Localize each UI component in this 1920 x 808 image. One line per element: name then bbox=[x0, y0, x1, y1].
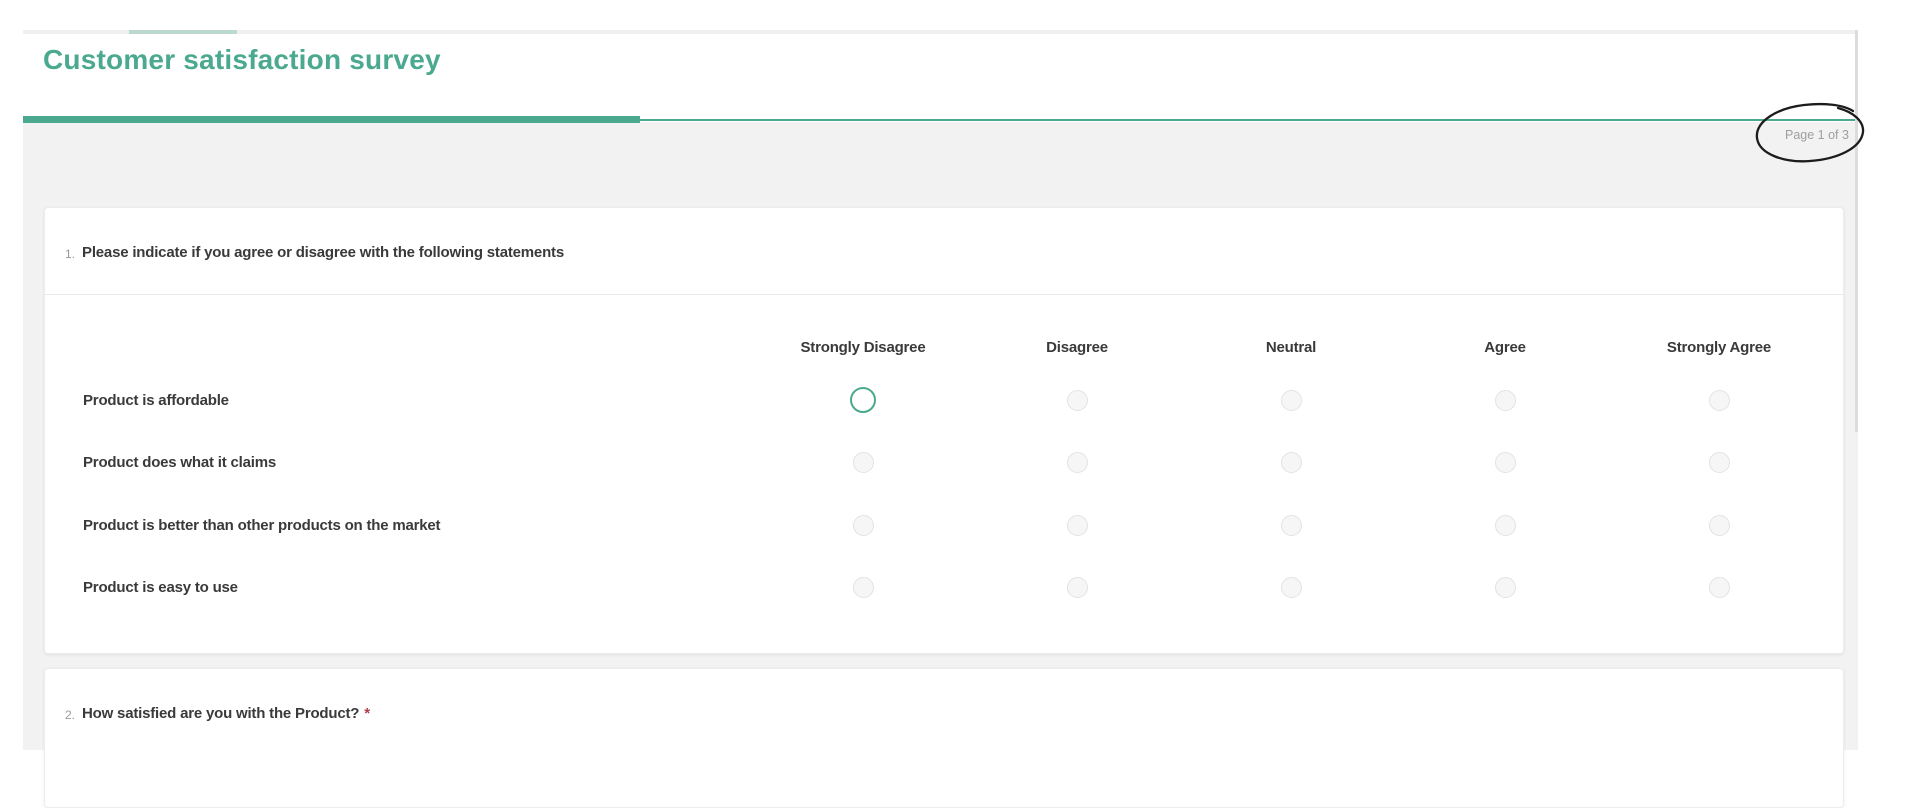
matrix-row: Product is easy to use bbox=[45, 557, 1843, 620]
progress-bar-fill bbox=[23, 116, 640, 123]
matrix-radio[interactable] bbox=[1708, 514, 1730, 536]
matrix-radio[interactable] bbox=[1708, 389, 1730, 411]
likert-matrix: Strongly Disagree Disagree Neutral Agree… bbox=[45, 295, 1843, 653]
matrix-radio[interactable] bbox=[1708, 452, 1730, 474]
matrix-row: Product is affordable bbox=[45, 369, 1843, 432]
matrix-radio[interactable] bbox=[1494, 514, 1516, 536]
matrix-radio[interactable] bbox=[1066, 452, 1088, 474]
matrix-radio-highlighted[interactable] bbox=[850, 387, 876, 414]
matrix-radio[interactable] bbox=[1280, 514, 1302, 536]
row-label: Product does what it claims bbox=[83, 454, 276, 472]
question-1-header: 1. Please indicate if you agree or disag… bbox=[45, 208, 1843, 262]
hand-drawn-circle-annotation bbox=[1755, 102, 1865, 163]
column-header-strongly-agree: Strongly Agree bbox=[1666, 339, 1772, 356]
column-header-strongly-disagree: Strongly Disagree bbox=[800, 339, 926, 356]
scrollbar-thumb[interactable] bbox=[1855, 30, 1858, 432]
matrix-radio[interactable] bbox=[1708, 577, 1730, 599]
column-header-disagree: Disagree bbox=[1046, 339, 1108, 356]
matrix-radio[interactable] bbox=[1494, 577, 1516, 599]
matrix-header-row: Strongly Disagree Disagree Neutral Agree… bbox=[45, 295, 1843, 369]
matrix-radio[interactable] bbox=[852, 577, 874, 599]
matrix-radio[interactable] bbox=[852, 452, 874, 474]
column-header-agree: Agree bbox=[1484, 339, 1526, 356]
row-label: Product is affordable bbox=[83, 391, 229, 409]
question-number: 2. bbox=[65, 708, 76, 722]
question-text: How satisfied are you with the Product? * bbox=[82, 705, 370, 723]
matrix-radio[interactable] bbox=[1280, 452, 1302, 474]
matrix-row: Product is better than other products on… bbox=[45, 494, 1843, 557]
required-asterisk: * bbox=[364, 705, 370, 722]
matrix-radio[interactable] bbox=[1280, 577, 1302, 599]
matrix-radio[interactable] bbox=[1494, 389, 1516, 411]
matrix-radio[interactable] bbox=[1066, 389, 1088, 411]
matrix-radio[interactable] bbox=[1280, 389, 1302, 411]
active-tab-indicator[interactable] bbox=[129, 30, 237, 34]
question-card-2: 2. How satisfied are you with the Produc… bbox=[44, 668, 1844, 808]
column-header-neutral: Neutral bbox=[1265, 339, 1317, 356]
question-card-1: 1. Please indicate if you agree or disag… bbox=[44, 207, 1844, 654]
row-label: Product is better than other products on… bbox=[83, 516, 441, 534]
matrix-radio[interactable] bbox=[1066, 577, 1088, 599]
top-tab-strip bbox=[23, 30, 1858, 34]
matrix-radio[interactable] bbox=[1494, 452, 1516, 474]
matrix-row: Product does what it claims bbox=[45, 432, 1843, 495]
row-label: Product is easy to use bbox=[83, 579, 238, 597]
question-text-body: How satisfied are you with the Product? bbox=[82, 705, 360, 722]
question-number: 1. bbox=[65, 247, 76, 261]
matrix-radio[interactable] bbox=[852, 514, 874, 536]
matrix-radio[interactable] bbox=[1066, 514, 1088, 536]
survey-page: Customer satisfaction survey Page 1 of 3… bbox=[0, 0, 1920, 808]
question-text: Please indicate if you agree or disagree… bbox=[82, 244, 564, 261]
question-2-header: 2. How satisfied are you with the Produc… bbox=[45, 669, 1843, 723]
survey-title: Customer satisfaction survey bbox=[43, 44, 441, 75]
